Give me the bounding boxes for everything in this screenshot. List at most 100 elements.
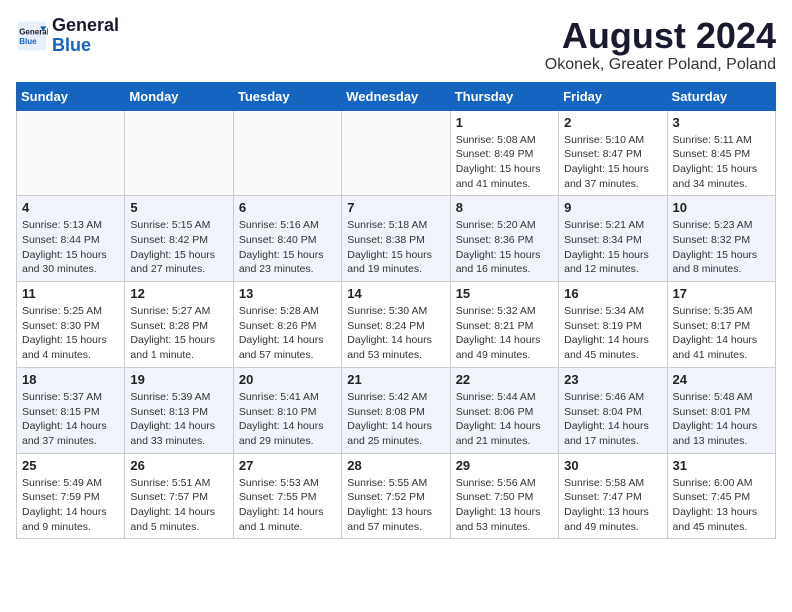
day-info: Sunrise: 5:46 AM Sunset: 8:04 PM Dayligh… xyxy=(564,390,661,449)
calendar-week-row: 1 Sunrise: 5:08 AM Sunset: 8:49 PM Daylig… xyxy=(17,110,776,196)
day-of-week-header: Friday xyxy=(559,82,667,110)
day-info: Sunrise: 5:21 AM Sunset: 8:34 PM Dayligh… xyxy=(564,218,661,277)
calendar-day-cell: 3 Sunrise: 5:11 AM Sunset: 8:45 PM Daylig… xyxy=(667,110,775,196)
day-info: Sunrise: 5:55 AM Sunset: 7:52 PM Dayligh… xyxy=(347,476,444,535)
day-info: Sunrise: 5:48 AM Sunset: 8:01 PM Dayligh… xyxy=(673,390,770,449)
day-info: Sunrise: 5:35 AM Sunset: 8:17 PM Dayligh… xyxy=(673,304,770,363)
day-number: 3 xyxy=(673,115,770,130)
day-info: Sunrise: 5:42 AM Sunset: 8:08 PM Dayligh… xyxy=(347,390,444,449)
day-info: Sunrise: 5:15 AM Sunset: 8:42 PM Dayligh… xyxy=(130,218,227,277)
day-info: Sunrise: 5:18 AM Sunset: 8:38 PM Dayligh… xyxy=(347,218,444,277)
day-info: Sunrise: 5:49 AM Sunset: 7:59 PM Dayligh… xyxy=(22,476,119,535)
logo-text: General Blue xyxy=(52,16,119,56)
calendar-day-cell: 20Sunrise: 5:41 AM Sunset: 8:10 PM Dayli… xyxy=(233,367,341,453)
calendar-day-cell: 9 Sunrise: 5:21 AM Sunset: 8:34 PM Daylig… xyxy=(559,196,667,282)
calendar-day-cell: 30 Sunrise: 5:58 AM Sunset: 7:47 PM Dayli… xyxy=(559,453,667,539)
day-number: 14 xyxy=(347,286,444,301)
day-info: Sunrise: 5:34 AM Sunset: 8:19 PM Dayligh… xyxy=(564,304,661,363)
calendar-day-cell: 2 Sunrise: 5:10 AM Sunset: 8:47 PM Daylig… xyxy=(559,110,667,196)
day-number: 16 xyxy=(564,286,661,301)
day-number: 23 xyxy=(564,372,661,387)
day-info: Sunrise: 5:27 AM Sunset: 8:28 PM Dayligh… xyxy=(130,304,227,363)
calendar-day-cell: 15Sunrise: 5:32 AM Sunset: 8:21 PM Dayli… xyxy=(450,282,558,368)
day-info: Sunrise: 5:16 AM Sunset: 8:40 PM Dayligh… xyxy=(239,218,336,277)
day-info: Sunrise: 5:39 AM Sunset: 8:13 PM Dayligh… xyxy=(130,390,227,449)
day-info: Sunrise: 5:30 AM Sunset: 8:24 PM Dayligh… xyxy=(347,304,444,363)
calendar-day-cell: 31 Sunrise: 6:00 AM Sunset: 7:45 PM Dayli… xyxy=(667,453,775,539)
calendar-week-row: 25 Sunrise: 5:49 AM Sunset: 7:59 PM Dayli… xyxy=(17,453,776,539)
calendar-day-cell: 22Sunrise: 5:44 AM Sunset: 8:06 PM Dayli… xyxy=(450,367,558,453)
calendar-day-cell: 18Sunrise: 5:37 AM Sunset: 8:15 PM Dayli… xyxy=(17,367,125,453)
calendar-day-cell: 26 Sunrise: 5:51 AM Sunset: 7:57 PM Dayli… xyxy=(125,453,233,539)
calendar-day-cell: 13Sunrise: 5:28 AM Sunset: 8:26 PM Dayli… xyxy=(233,282,341,368)
calendar-day-cell: 16 Sunrise: 5:34 AM Sunset: 8:19 PM Dayli… xyxy=(559,282,667,368)
day-info: Sunrise: 5:08 AM Sunset: 8:49 PM Dayligh… xyxy=(456,133,553,192)
calendar-day-cell: 23 Sunrise: 5:46 AM Sunset: 8:04 PM Dayli… xyxy=(559,367,667,453)
day-of-week-header: Monday xyxy=(125,82,233,110)
calendar-table: SundayMondayTuesdayWednesdayThursdayFrid… xyxy=(16,82,776,540)
day-info: Sunrise: 5:51 AM Sunset: 7:57 PM Dayligh… xyxy=(130,476,227,535)
day-number: 19 xyxy=(130,372,227,387)
day-number: 29 xyxy=(456,458,553,473)
calendar-day-cell: 1 Sunrise: 5:08 AM Sunset: 8:49 PM Daylig… xyxy=(450,110,558,196)
day-number: 17 xyxy=(673,286,770,301)
main-title: August 2024 xyxy=(545,16,776,56)
calendar-day-cell: 14 Sunrise: 5:30 AM Sunset: 8:24 PM Dayli… xyxy=(342,282,450,368)
day-number: 9 xyxy=(564,200,661,215)
day-number: 7 xyxy=(347,200,444,215)
day-info: Sunrise: 5:11 AM Sunset: 8:45 PM Dayligh… xyxy=(673,133,770,192)
day-number: 25 xyxy=(22,458,119,473)
day-info: Sunrise: 6:00 AM Sunset: 7:45 PM Dayligh… xyxy=(673,476,770,535)
calendar-day-cell: 4 Sunrise: 5:13 AM Sunset: 8:44 PM Daylig… xyxy=(17,196,125,282)
calendar-week-row: 11 Sunrise: 5:25 AM Sunset: 8:30 PM Dayli… xyxy=(17,282,776,368)
calendar-day-cell xyxy=(125,110,233,196)
day-info: Sunrise: 5:32 AM Sunset: 8:21 PM Dayligh… xyxy=(456,304,553,363)
calendar-day-cell: 12 Sunrise: 5:27 AM Sunset: 8:28 PM Dayli… xyxy=(125,282,233,368)
day-number: 22 xyxy=(456,372,553,387)
day-number: 8 xyxy=(456,200,553,215)
day-info: Sunrise: 5:23 AM Sunset: 8:32 PM Dayligh… xyxy=(673,218,770,277)
title-block: August 2024 Okonek, Greater Poland, Pola… xyxy=(545,16,776,74)
day-number: 26 xyxy=(130,458,227,473)
calendar-day-cell: 7 Sunrise: 5:18 AM Sunset: 8:38 PM Daylig… xyxy=(342,196,450,282)
calendar-header-row: SundayMondayTuesdayWednesdayThursdayFrid… xyxy=(17,82,776,110)
day-number: 30 xyxy=(564,458,661,473)
day-info: Sunrise: 5:58 AM Sunset: 7:47 PM Dayligh… xyxy=(564,476,661,535)
day-number: 18 xyxy=(22,372,119,387)
calendar-week-row: 4 Sunrise: 5:13 AM Sunset: 8:44 PM Daylig… xyxy=(17,196,776,282)
day-number: 6 xyxy=(239,200,336,215)
calendar-day-cell: 24 Sunrise: 5:48 AM Sunset: 8:01 PM Dayli… xyxy=(667,367,775,453)
svg-text:Blue: Blue xyxy=(19,37,37,46)
day-of-week-header: Wednesday xyxy=(342,82,450,110)
day-number: 13 xyxy=(239,286,336,301)
calendar-day-cell: 21Sunrise: 5:42 AM Sunset: 8:08 PM Dayli… xyxy=(342,367,450,453)
calendar-day-cell xyxy=(233,110,341,196)
day-number: 28 xyxy=(347,458,444,473)
day-info: Sunrise: 5:13 AM Sunset: 8:44 PM Dayligh… xyxy=(22,218,119,277)
day-number: 31 xyxy=(673,458,770,473)
calendar-day-cell: 28 Sunrise: 5:55 AM Sunset: 7:52 PM Dayli… xyxy=(342,453,450,539)
calendar-day-cell: 10 Sunrise: 5:23 AM Sunset: 8:32 PM Dayli… xyxy=(667,196,775,282)
day-number: 4 xyxy=(22,200,119,215)
page-header: General Blue General Blue August 2024 Ok… xyxy=(16,16,776,74)
calendar-day-cell: 5Sunrise: 5:15 AM Sunset: 8:42 PM Daylig… xyxy=(125,196,233,282)
day-number: 20 xyxy=(239,372,336,387)
calendar-day-cell: 29 Sunrise: 5:56 AM Sunset: 7:50 PM Dayli… xyxy=(450,453,558,539)
day-number: 1 xyxy=(456,115,553,130)
day-info: Sunrise: 5:25 AM Sunset: 8:30 PM Dayligh… xyxy=(22,304,119,363)
day-number: 11 xyxy=(22,286,119,301)
day-number: 12 xyxy=(130,286,227,301)
day-info: Sunrise: 5:10 AM Sunset: 8:47 PM Dayligh… xyxy=(564,133,661,192)
calendar-day-cell: 19 Sunrise: 5:39 AM Sunset: 8:13 PM Dayli… xyxy=(125,367,233,453)
day-number: 10 xyxy=(673,200,770,215)
calendar-day-cell: 27Sunrise: 5:53 AM Sunset: 7:55 PM Dayli… xyxy=(233,453,341,539)
calendar-day-cell: 11 Sunrise: 5:25 AM Sunset: 8:30 PM Dayli… xyxy=(17,282,125,368)
day-of-week-header: Saturday xyxy=(667,82,775,110)
calendar-day-cell: 6 Sunrise: 5:16 AM Sunset: 8:40 PM Daylig… xyxy=(233,196,341,282)
day-number: 2 xyxy=(564,115,661,130)
calendar-day-cell: 25 Sunrise: 5:49 AM Sunset: 7:59 PM Dayli… xyxy=(17,453,125,539)
day-info: Sunrise: 5:56 AM Sunset: 7:50 PM Dayligh… xyxy=(456,476,553,535)
day-info: Sunrise: 5:53 AM Sunset: 7:55 PM Dayligh… xyxy=(239,476,336,535)
logo: General Blue General Blue xyxy=(16,16,119,56)
day-number: 24 xyxy=(673,372,770,387)
